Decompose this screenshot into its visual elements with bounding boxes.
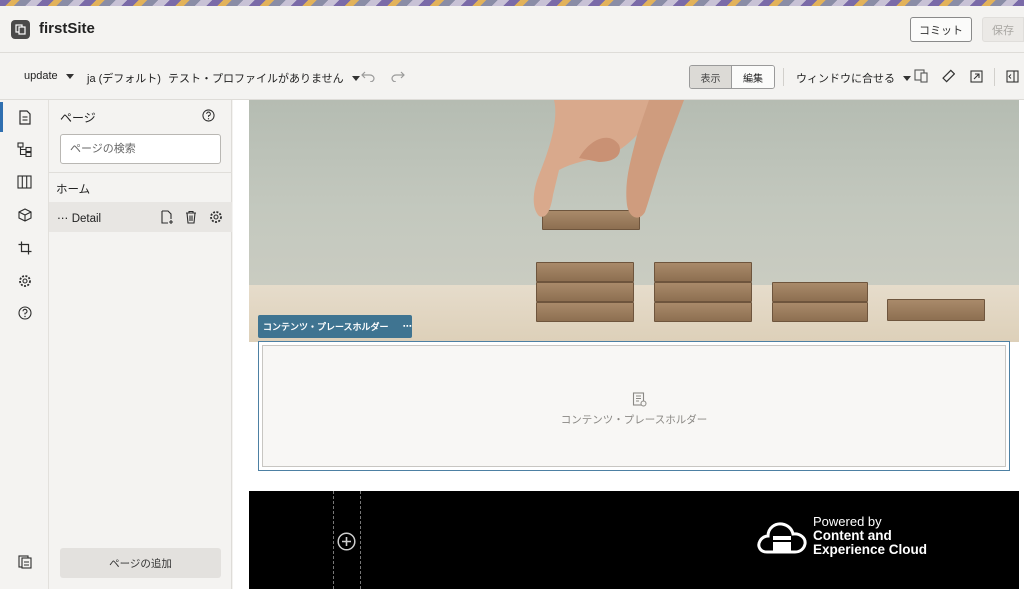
hero-block <box>536 262 634 282</box>
fit-window-label: ウィンドウに合せる <box>796 73 895 85</box>
rail-layout-button[interactable] <box>0 167 49 197</box>
powered-by-logo: Powered by Content and Experience Cloud <box>757 515 927 557</box>
view-mode-button[interactable]: 表示 <box>690 66 732 88</box>
slot-boundary <box>360 491 361 589</box>
editor-toolbar: update ja (デフォルト) テスト・プロファイルがありません 表示 編集… <box>0 54 1024 100</box>
left-rail <box>0 100 49 589</box>
update-dropdown-label: update <box>24 70 58 82</box>
cube-icon <box>17 208 32 222</box>
content-placeholder-icon <box>632 392 647 407</box>
brand-line-2: Experience Cloud <box>813 542 928 557</box>
gear-icon <box>18 275 31 287</box>
site-footer: Powered by Content and Experience Cloud <box>249 491 1019 589</box>
toolbar-divider <box>783 68 784 86</box>
open-external-icon[interactable] <box>968 68 984 84</box>
update-dropdown[interactable]: update <box>24 70 74 82</box>
hero-block <box>772 282 868 302</box>
pages-icon <box>18 109 31 125</box>
rail-settings-button[interactable] <box>0 266 49 296</box>
tree-item-detail[interactable]: ⋯ Detail <box>49 202 232 232</box>
page-canvas: コンテンツ・プレースホルダー ⋯ コンテンツ・プレースホルダー Powered … <box>233 100 1024 589</box>
rail-components-button[interactable] <box>0 200 49 230</box>
trash-icon[interactable] <box>184 210 198 224</box>
site-icon <box>11 20 30 39</box>
add-component-icon[interactable] <box>337 532 356 551</box>
undo-icon[interactable] <box>360 68 376 84</box>
redo-icon[interactable] <box>390 68 406 84</box>
content-placeholder-text: コンテンツ・プレースホルダー <box>560 414 708 426</box>
rail-help-button[interactable] <box>0 298 49 328</box>
toolbar-divider <box>994 68 995 86</box>
columns-icon <box>17 175 32 189</box>
content-placeholder-tag[interactable]: コンテンツ・プレースホルダー ⋯ <box>258 315 412 338</box>
chevron-down-icon <box>351 75 360 81</box>
panel-toggle-icon[interactable] <box>1004 68 1020 84</box>
content-placeholder-inner: コンテンツ・プレースホルダー <box>262 345 1006 467</box>
hero-block <box>654 262 752 282</box>
powered-by-text: Powered by <box>813 514 882 529</box>
rail-site-button[interactable] <box>0 547 49 577</box>
ruler-icon[interactable] <box>940 68 956 84</box>
hero-block <box>654 302 752 322</box>
panel-title: ページ <box>60 111 96 125</box>
fit-window-dropdown[interactable]: ウィンドウに合せる <box>796 70 911 86</box>
edit-mode-button[interactable]: 編集 <box>732 66 774 88</box>
rail-pages-button[interactable] <box>0 102 49 132</box>
crop-icon <box>18 241 31 255</box>
view-edit-toggle: 表示 編集 <box>689 65 775 89</box>
device-preview-icon[interactable] <box>913 68 929 84</box>
content-placeholder-tag-label: コンテンツ・プレースホルダー <box>263 322 389 332</box>
hand-illustration <box>533 100 684 218</box>
help-icon[interactable] <box>202 109 215 122</box>
chevron-down-icon <box>903 75 911 81</box>
page-search-input[interactable] <box>60 134 221 164</box>
help-icon <box>17 306 32 320</box>
rail-structure-button[interactable] <box>0 134 49 164</box>
hero-block <box>536 282 634 302</box>
gear-icon[interactable] <box>209 210 223 224</box>
cloud-icon <box>757 522 807 554</box>
brand-line-1: Content and <box>813 528 892 543</box>
hero-block <box>654 282 752 302</box>
panel-divider <box>49 172 232 173</box>
add-page-icon[interactable] <box>160 210 174 224</box>
hero-block <box>887 299 985 321</box>
commit-button[interactable]: コミット <box>910 17 972 42</box>
chevron-down-icon <box>65 73 74 79</box>
rail-crop-button[interactable] <box>0 233 49 263</box>
hero-block <box>772 302 868 322</box>
more-options-icon[interactable]: ⋯ <box>403 321 412 332</box>
pages-panel: ページ ホーム ⋯ Detail ページの追加 <box>49 100 232 589</box>
hero-image <box>249 100 1019 342</box>
add-page-button[interactable]: ページの追加 <box>60 548 221 578</box>
profile-dropdown-label: テスト・プロファイルがありません <box>168 73 344 85</box>
language-label[interactable]: ja (デフォルト) <box>87 70 161 86</box>
site-pages-icon <box>17 555 32 569</box>
tree-item-detail-label: ⋯ Detail <box>57 213 102 225</box>
content-placeholder[interactable]: コンテンツ・プレースホルダー <box>258 341 1010 471</box>
save-button[interactable]: 保存 <box>982 17 1024 42</box>
tree-item-home[interactable]: ホーム <box>56 181 90 197</box>
app-header: firstSite コミット 保存 <box>0 6 1024 53</box>
slot-boundary <box>333 491 334 589</box>
profile-dropdown[interactable]: テスト・プロファイルがありません <box>168 70 360 86</box>
hero-block <box>536 302 634 322</box>
hierarchy-icon <box>17 141 32 157</box>
language-label-text: ja (デフォルト) <box>87 73 161 85</box>
site-title: firstSite <box>39 20 95 37</box>
